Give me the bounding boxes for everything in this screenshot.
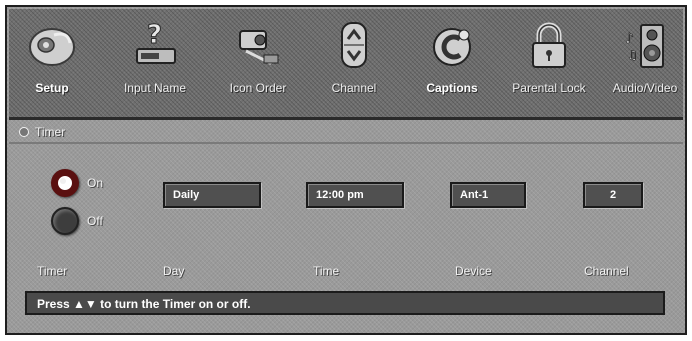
captions-icon	[433, 28, 471, 66]
menu-label-icon-order: Icon Order	[229, 81, 287, 95]
radio-selected-icon	[51, 169, 79, 197]
menu-label-captions: Captions	[426, 81, 478, 95]
menu-panel: Setup ? Input Name Icon Order Channel Ca…	[5, 5, 687, 335]
channel-icon	[341, 22, 367, 68]
tv-menu-screen: Setup ? Input Name Icon Order Channel Ca…	[0, 0, 692, 341]
icon-order-icon	[239, 30, 279, 65]
audio-video-icon: ♪ ♫	[625, 24, 664, 68]
menu-label-parental-lock: Parental Lock	[512, 81, 586, 95]
menu-item-icon-order[interactable]: Icon Order	[217, 17, 299, 113]
svg-text:♫: ♫	[627, 48, 638, 62]
radio-unselected-icon	[51, 207, 79, 235]
timer-off-label: Off	[87, 214, 103, 228]
section-divider	[9, 142, 683, 144]
menu-label-channel: Channel	[331, 81, 377, 95]
menu-item-parental-lock[interactable]: Parental Lock	[499, 17, 599, 113]
menu-item-input-name[interactable]: ? Input Name	[114, 17, 196, 113]
day-field[interactable]: Daily	[163, 182, 261, 208]
day-column-label: Day	[163, 264, 185, 278]
timer-on-radio[interactable]: On	[51, 169, 103, 197]
svg-text:?: ?	[147, 20, 162, 50]
top-menu-bar: Setup ? Input Name Icon Order Channel Ca…	[9, 9, 683, 120]
menu-label-input-name: Input Name	[123, 81, 187, 95]
timer-off-radio[interactable]: Off	[51, 207, 103, 235]
menu-label-setup: Setup	[35, 81, 69, 95]
device-field[interactable]: Ant-1	[450, 182, 526, 208]
menu-item-setup[interactable]: Setup	[17, 17, 87, 113]
channel-column-label: Channel	[584, 264, 629, 278]
menu-item-channel[interactable]: Channel	[319, 17, 389, 113]
device-column-label: Device	[455, 264, 492, 278]
time-field[interactable]: 12:00 pm	[306, 182, 404, 208]
status-bar: Press ▲▼ to turn the Timer on or off.	[25, 291, 665, 315]
menu-label-audio-video: Audio/Video	[612, 81, 678, 95]
menu-item-audio-video[interactable]: ♪ ♫ Audio/Video	[605, 17, 685, 113]
section-header: Timer	[19, 125, 65, 139]
time-column-label: Time	[313, 264, 340, 278]
menu-item-captions[interactable]: Captions	[417, 17, 487, 113]
setup-icon	[29, 28, 75, 66]
parental-lock-icon	[532, 22, 566, 68]
channel-field[interactable]: 2	[583, 182, 643, 208]
bullet-icon	[19, 127, 29, 137]
timer-on-label: On	[87, 176, 104, 190]
section-title: Timer	[35, 125, 66, 139]
input-name-icon: ?	[136, 20, 176, 64]
svg-text:♪: ♪	[625, 31, 634, 47]
timer-column-label: Timer	[37, 264, 68, 278]
